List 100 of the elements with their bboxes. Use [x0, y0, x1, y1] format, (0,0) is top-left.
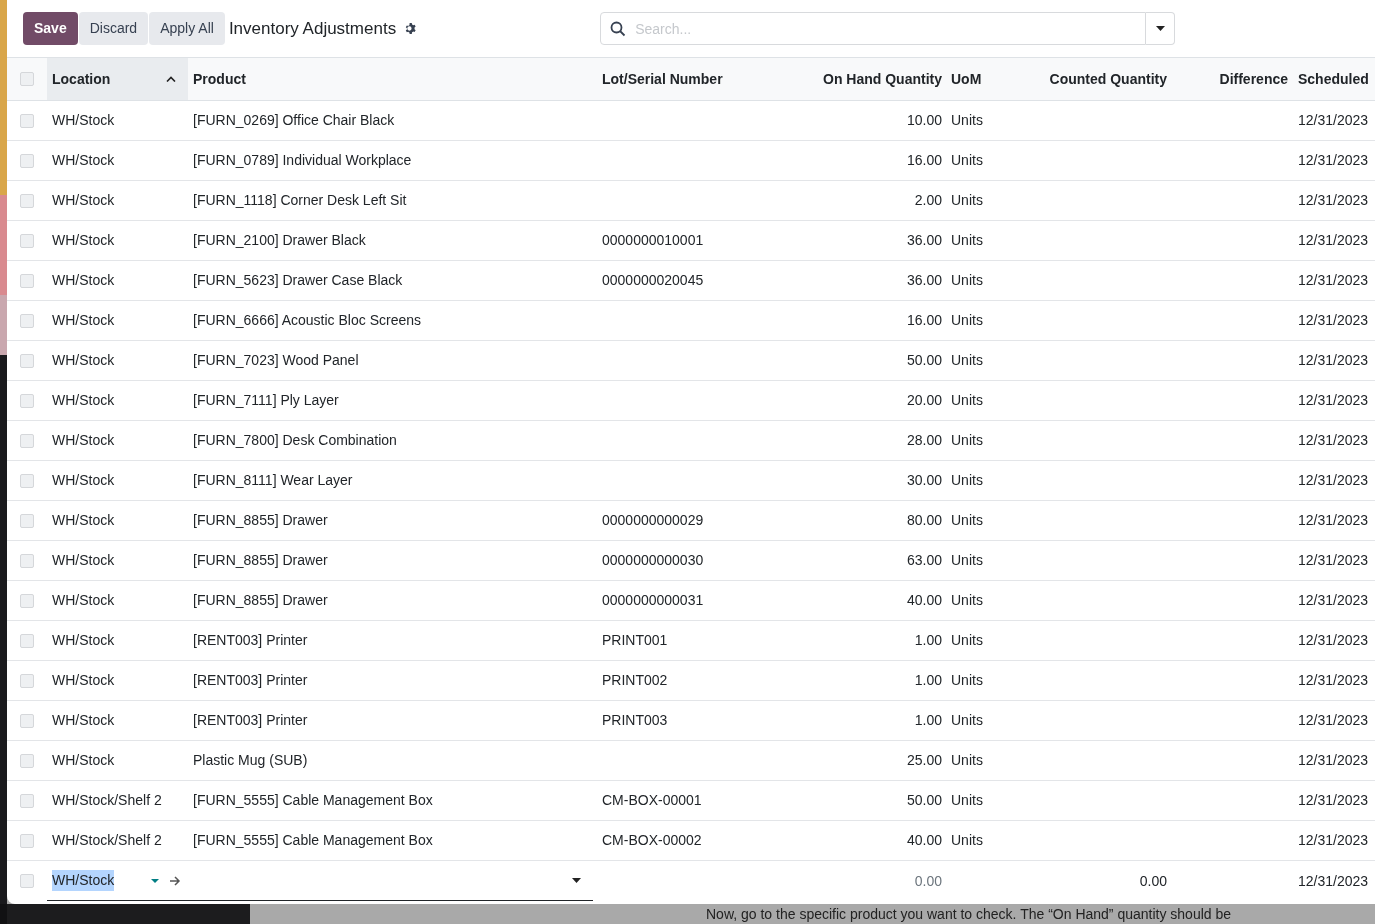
- table-cell: 50.00: [906, 792, 942, 808]
- column-header[interactable]: Difference: [1171, 58, 1292, 100]
- row-checkbox[interactable]: [20, 113, 34, 128]
- table-cell: 36.00: [906, 232, 942, 248]
- column-header[interactable]: Scheduled: [1292, 58, 1375, 100]
- table-cell: WH/Stock: [52, 552, 115, 568]
- table-cell: 25.00: [906, 752, 942, 768]
- column-header[interactable]: On Hand Quantity: [789, 58, 947, 100]
- row-checkbox[interactable]: [20, 233, 34, 248]
- table-cell: WH/Stock/Shelf 2: [52, 792, 162, 808]
- table-cell: [FURN_8855] Drawer: [193, 552, 328, 568]
- caret-icon[interactable]: [572, 878, 581, 883]
- table-cell: WH/Stock: [52, 632, 115, 648]
- row-checkbox[interactable]: [20, 633, 34, 648]
- location-input[interactable]: WH/Stock: [52, 870, 115, 891]
- table-cell: 50.00: [906, 352, 942, 368]
- table-cell: [FURN_5555] Cable Management Box: [193, 792, 433, 808]
- table-cell: 0.00: [914, 872, 942, 889]
- row-checkbox[interactable]: [20, 513, 34, 528]
- table-cell: Units: [951, 792, 983, 808]
- table-cell: Units: [951, 552, 983, 568]
- table-cell: 16.00: [906, 152, 942, 168]
- table-cell: WH/Stock: [52, 232, 115, 248]
- toolbar-button[interactable]: Apply All: [149, 12, 225, 45]
- row-checkbox[interactable]: [20, 874, 34, 888]
- row-checkbox[interactable]: [20, 753, 34, 768]
- row-checkbox[interactable]: [20, 593, 34, 608]
- table-cell: 63.00: [906, 552, 942, 568]
- table-cell: 12/31/2023: [1298, 192, 1369, 208]
- table-cell: 12/31/2023: [1298, 872, 1369, 889]
- column-header[interactable]: Counted Quantity: [1003, 58, 1171, 100]
- table-cell: 12/31/2023: [1298, 512, 1369, 528]
- save-button[interactable]: Save: [23, 12, 78, 45]
- table-cell: PRINT001: [602, 632, 668, 648]
- column-header[interactable]: UoM: [947, 58, 1003, 100]
- column-header[interactable]: Lot/Serial Number: [593, 58, 789, 100]
- row-checkbox[interactable]: [20, 353, 34, 368]
- table-cell: 12/31/2023: [1298, 592, 1369, 608]
- table-cell: [FURN_5623] Drawer Case Black: [193, 272, 403, 288]
- table-cell: 12/31/2023: [1298, 752, 1369, 768]
- row-checkbox[interactable]: [20, 793, 34, 808]
- table-cell: 0000000000031: [602, 592, 704, 608]
- table-cell: 12/31/2023: [1298, 632, 1369, 648]
- table-cell: Units: [951, 632, 983, 648]
- table-cell: Units: [951, 112, 983, 128]
- row-checkbox[interactable]: [20, 193, 34, 208]
- table-cell: [FURN_8111] Wear Layer: [193, 472, 353, 488]
- table-cell: 12/31/2023: [1298, 832, 1369, 848]
- table-cell: 12/31/2023: [1298, 552, 1369, 568]
- table-cell: Units: [951, 472, 983, 488]
- table-cell: 0000000000030: [602, 552, 704, 568]
- table-cell: 12/31/2023: [1298, 472, 1369, 488]
- table-cell: 12/31/2023: [1298, 232, 1369, 248]
- table-cell: CM-BOX-00002: [602, 832, 702, 848]
- table-cell: PRINT003: [602, 712, 668, 728]
- table-cell: WH/Stock: [52, 512, 115, 528]
- row-checkbox[interactable]: [20, 673, 34, 688]
- settings-icon[interactable]: [404, 22, 418, 35]
- table-cell: 1.00: [914, 712, 942, 728]
- table-cell: [FURN_0269] Office Chair Black: [193, 112, 395, 128]
- table-cell: [FURN_6666] Acoustic Bloc Screens: [193, 312, 421, 328]
- table-cell: WH/Stock: [52, 112, 115, 128]
- arrow-icon[interactable]: [169, 875, 182, 886]
- table-cell: 2.00: [914, 192, 942, 208]
- table-cell: 80.00: [906, 512, 942, 528]
- table-cell: 1.00: [914, 672, 942, 688]
- table-cell: 28.00: [906, 432, 942, 448]
- table-cell: 12/31/2023: [1298, 272, 1369, 288]
- row-checkbox[interactable]: [20, 72, 34, 86]
- table-cell: 40.00: [906, 592, 942, 608]
- table-cell: 12/31/2023: [1298, 112, 1369, 128]
- row-checkbox[interactable]: [20, 393, 34, 408]
- sort-icon: [166, 76, 176, 82]
- table-cell: 40.00: [906, 832, 942, 848]
- row-checkbox[interactable]: [20, 433, 34, 448]
- table-cell: 12/31/2023: [1298, 392, 1369, 408]
- column-header[interactable]: Location: [47, 58, 188, 100]
- table-cell: [FURN_8855] Drawer: [193, 592, 328, 608]
- search-field[interactable]: Search...: [600, 12, 1147, 45]
- row-checkbox[interactable]: [20, 153, 34, 168]
- table-cell: [FURN_2100] Drawer Black: [193, 232, 366, 248]
- row-checkbox[interactable]: [20, 313, 34, 328]
- dropdown-toggle[interactable]: [1146, 12, 1176, 45]
- column-header[interactable]: Product: [188, 58, 593, 100]
- row-checkbox[interactable]: [20, 833, 34, 848]
- row-checkbox[interactable]: [20, 713, 34, 728]
- table-cell: WH/Stock: [52, 152, 115, 168]
- table-cell: Units: [951, 352, 983, 368]
- table-cell: Units: [951, 832, 983, 848]
- row-checkbox[interactable]: [20, 553, 34, 568]
- row-checkbox[interactable]: [20, 473, 34, 488]
- table-cell: [FURN_7800] Desk Combination: [193, 432, 397, 448]
- table-cell: Units: [951, 312, 983, 328]
- table-cell: Units: [951, 192, 983, 208]
- toolbar-button[interactable]: Discard: [78, 12, 149, 45]
- row-checkbox[interactable]: [20, 273, 34, 288]
- table-cell: [FURN_7111] Ply Layer: [193, 392, 339, 408]
- table-cell: Plastic Mug (SUB): [193, 752, 308, 768]
- table-cell: 10.00: [906, 112, 942, 128]
- table-cell: Units: [951, 512, 983, 528]
